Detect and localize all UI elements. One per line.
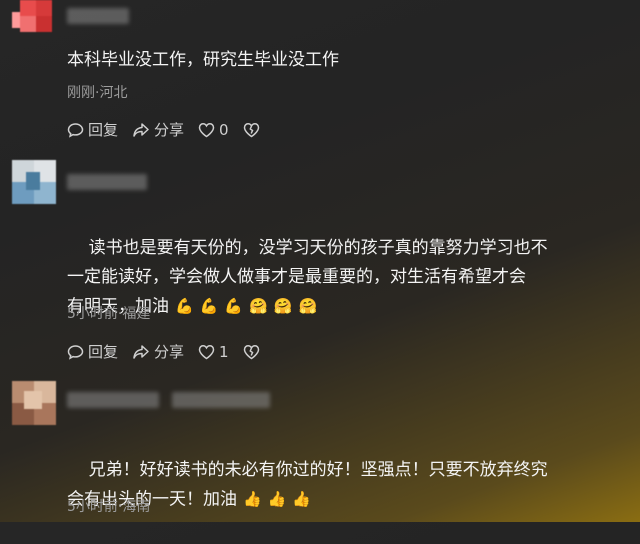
share-label: 分享	[154, 121, 185, 139]
reply-label: 回复	[88, 121, 119, 139]
share-button[interactable]: 分享	[132, 119, 184, 140]
dislike-button[interactable]	[243, 344, 264, 360]
username-blurred[interactable]	[67, 174, 147, 190]
comment-text: 兄弟！好好读书的未必有你过的好！坚强点！只要不放弃终究 会有出头的一天！加油 👍 👍…	[67, 427, 627, 544]
comment-item: 本科毕业没工作，研究生毕业没工作 刚刚·河北 回复 分享 0	[0, 0, 640, 150]
avatar[interactable]	[12, 160, 56, 204]
avatar[interactable]	[12, 381, 56, 425]
emoji: 👍	[243, 490, 262, 508]
like-button[interactable]: 0	[198, 121, 229, 139]
like-count: 1	[219, 342, 229, 361]
share-icon	[133, 122, 149, 137]
reply-button[interactable]: 回复	[67, 341, 118, 362]
heart-icon	[198, 344, 215, 359]
comment-meta: 5小时前·福建	[67, 306, 151, 322]
comment-text: 本科毕业没工作，研究生毕业没工作	[67, 50, 339, 70]
emoji: 🤗	[249, 297, 268, 315]
emoji: 💪	[199, 297, 219, 315]
like-count: 0	[219, 120, 229, 139]
share-label: 分享	[154, 343, 185, 361]
comment-text: 读书也是要有天份的，没学习天份的孩子真的靠努力学习也不 一定能读好，学会做人做事…	[67, 205, 627, 351]
emoji: 🤗	[273, 297, 293, 315]
emoji: 👍	[292, 490, 312, 508]
emoji: 👍	[267, 490, 287, 508]
comment-actions: 回复 分享 1	[67, 341, 278, 362]
emoji: 💪	[224, 297, 244, 315]
share-icon	[133, 344, 149, 359]
reply-label: 回复	[88, 343, 119, 361]
comment-item: 兄弟！好好读书的未必有你过的好！坚强点！只要不放弃终究 会有出头的一天！加油 👍 👍…	[0, 375, 640, 522]
broken-heart-icon	[243, 122, 259, 137]
share-button[interactable]: 分享	[132, 341, 184, 362]
comment-icon	[67, 344, 84, 360]
comment-actions: 回复 分享 0	[67, 119, 278, 140]
comment-item: 读书也是要有天份的，没学习天份的孩子真的靠努力学习也不 一定能读好，学会做人做事…	[0, 150, 640, 375]
dislike-button[interactable]	[243, 122, 264, 138]
broken-heart-icon	[243, 344, 259, 359]
username-blurred[interactable]	[67, 392, 159, 408]
avatar[interactable]	[12, 0, 56, 44]
comment-meta: 5小时前·海南	[67, 499, 151, 515]
emoji: 🤗	[298, 297, 318, 315]
reply-button[interactable]: 回复	[67, 119, 118, 140]
username-blurred[interactable]	[172, 392, 270, 408]
like-button[interactable]: 1	[198, 343, 229, 361]
username-blurred[interactable]	[67, 8, 129, 24]
emoji: 💪	[175, 297, 194, 315]
heart-icon	[198, 122, 215, 137]
comment-meta: 刚刚·河北	[67, 85, 128, 101]
comment-icon	[67, 122, 84, 138]
